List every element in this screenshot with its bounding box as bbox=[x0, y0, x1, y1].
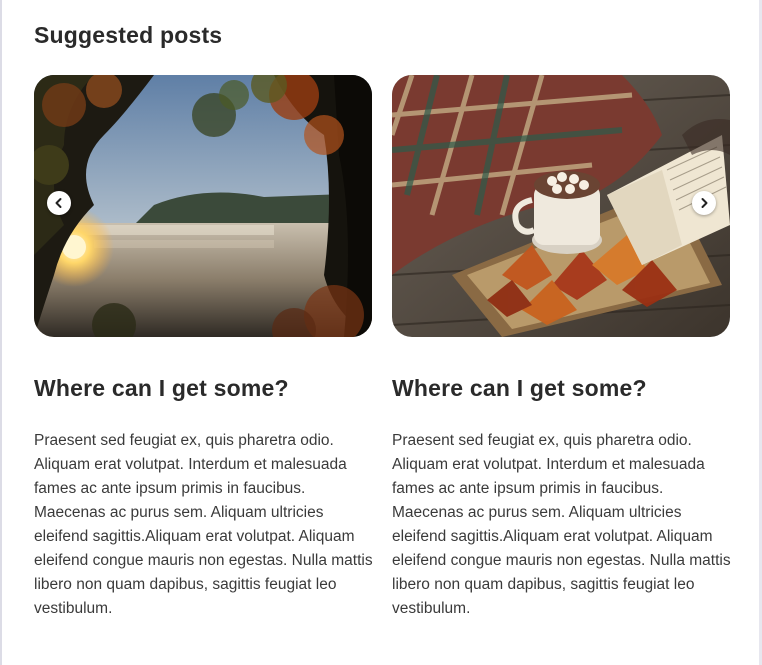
post-image-lake-sunrise[interactable] bbox=[34, 75, 372, 337]
chevron-left-icon bbox=[55, 198, 62, 208]
post-excerpt: Praesent sed feugiat ex, quis pharetra o… bbox=[392, 432, 731, 617]
post-card[interactable]: Where can I get some? Praesent sed feugi… bbox=[34, 75, 373, 617]
post-title[interactable]: Where can I get some? bbox=[34, 375, 372, 402]
post-excerpt: Praesent sed feugiat ex, quis pharetra o… bbox=[34, 432, 373, 617]
post-title[interactable]: Where can I get some? bbox=[392, 375, 730, 402]
carousel-next-button[interactable] bbox=[692, 191, 716, 215]
section-title: Suggested posts bbox=[34, 22, 223, 48]
cocoa-tray-illustration bbox=[392, 75, 730, 337]
page-border-left bbox=[0, 0, 2, 665]
carousel-prev-button[interactable] bbox=[47, 191, 71, 215]
post-card[interactable]: Where can I get some? Praesent sed feugi… bbox=[392, 75, 731, 617]
chevron-right-icon bbox=[701, 198, 708, 208]
post-image-cocoa-tray[interactable] bbox=[392, 75, 730, 337]
lake-sunrise-illustration bbox=[34, 75, 372, 337]
